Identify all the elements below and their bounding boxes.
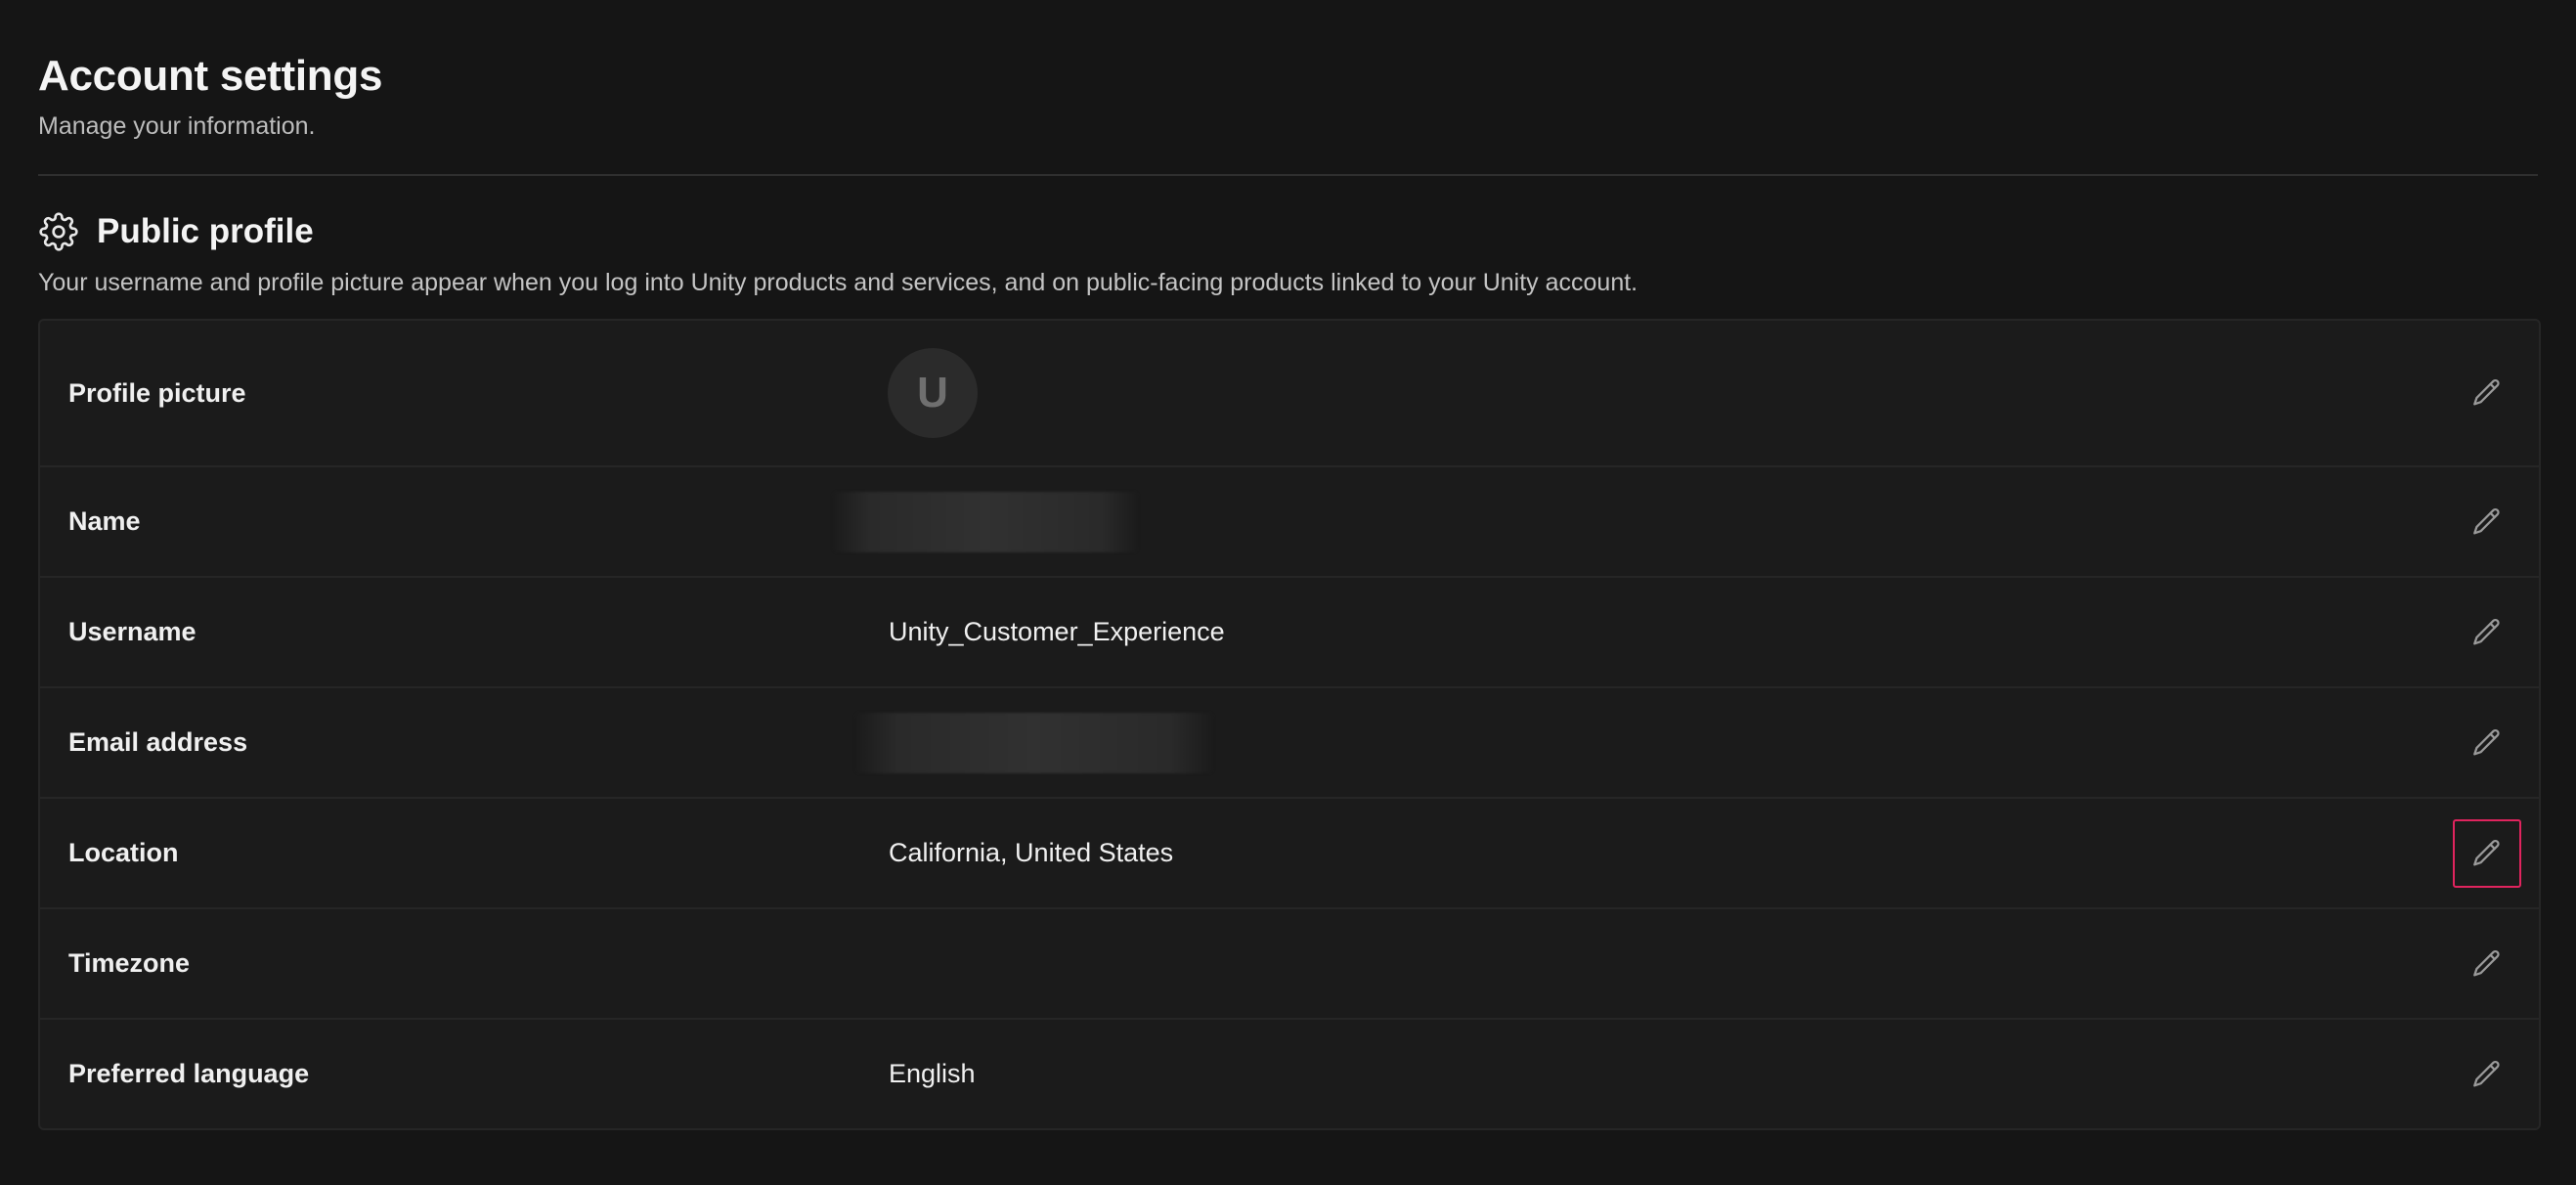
pencil-icon — [2473, 618, 2500, 644]
section-title: Public profile — [97, 212, 314, 250]
page-header: Account settings Manage your information… — [38, 0, 2538, 143]
language-value: English — [889, 1059, 976, 1088]
section-description: Your username and profile picture appear… — [38, 269, 1638, 296]
page-subtitle: Manage your information. — [38, 112, 316, 140]
row-label: Name — [68, 506, 141, 536]
pencil-icon — [2473, 728, 2500, 755]
row-name: Name — [40, 465, 2539, 576]
pencil-icon — [2473, 507, 2500, 534]
redacted-email-value — [855, 712, 1213, 773]
row-timezone: Timezone — [40, 907, 2539, 1018]
row-label: Profile picture — [68, 377, 246, 408]
edit-profile-picture-button[interactable] — [2453, 359, 2521, 427]
profile-card: Profile picture U Name Username Unity_Cu… — [38, 319, 2541, 1130]
row-preferred-language: Preferred language English — [40, 1018, 2539, 1128]
row-label: Location — [68, 838, 179, 867]
row-location: Location California, United States — [40, 797, 2539, 907]
account-settings-page: Account settings Manage your information… — [0, 0, 2576, 1185]
edit-name-button[interactable] — [2453, 488, 2521, 556]
pencil-icon — [2473, 1060, 2500, 1086]
pencil-icon — [2473, 949, 2500, 976]
row-username: Username Unity_Customer_Experience — [40, 576, 2539, 686]
edit-language-button[interactable] — [2453, 1040, 2521, 1109]
pencil-icon — [2473, 839, 2500, 865]
gear-icon — [38, 211, 79, 252]
redacted-name-value — [833, 491, 1138, 552]
row-label: Email address — [68, 727, 248, 757]
divider — [38, 174, 2538, 176]
pencil-icon — [2473, 378, 2500, 406]
row-profile-picture: Profile picture U — [40, 321, 2539, 465]
edit-email-button[interactable] — [2453, 709, 2521, 777]
row-label: Username — [68, 617, 196, 646]
location-value: California, United States — [889, 838, 1174, 867]
username-value: Unity_Customer_Experience — [889, 617, 1225, 646]
edit-location-button[interactable] — [2453, 818, 2521, 888]
section-header: Public profile — [38, 209, 2538, 254]
avatar: U — [888, 348, 978, 438]
row-email-address: Email address — [40, 686, 2539, 797]
page-title: Account settings — [38, 52, 383, 100]
row-label: Preferred language — [68, 1059, 310, 1088]
row-label: Timezone — [68, 948, 191, 978]
edit-username-button[interactable] — [2453, 598, 2521, 667]
edit-timezone-button[interactable] — [2453, 930, 2521, 998]
